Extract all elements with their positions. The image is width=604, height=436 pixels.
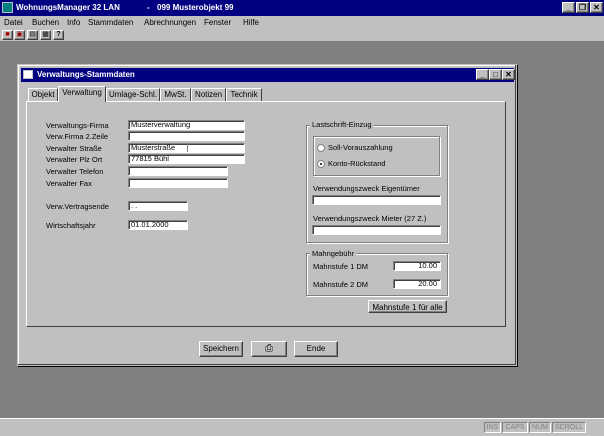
app-title: WohnungsManager 32 LAN xyxy=(16,3,120,12)
status-scroll: SCROLL xyxy=(552,422,586,433)
tab-panel xyxy=(26,101,506,327)
app-subtitle: 099 Musterobjekt 99 xyxy=(157,3,234,12)
tab-mwst[interactable]: MwSt. xyxy=(160,88,191,101)
menu-buchen[interactable]: Buchen xyxy=(32,17,59,28)
table-icon[interactable]: ▤ xyxy=(27,30,38,40)
dialog-title: Verwaltungs-Stammdaten xyxy=(37,70,135,79)
menu-fenster[interactable]: Fenster xyxy=(204,17,231,28)
tab-umlage-schl[interactable]: Umlage-Schl. xyxy=(106,88,160,101)
menu-datei[interactable]: Datei xyxy=(4,17,23,28)
dialog-title-bar: Verwaltungs-Stammdaten _ □ ✕ xyxy=(21,68,515,82)
menu-hilfe[interactable]: Hilfe xyxy=(243,17,259,28)
menu-stammdaten[interactable]: Stammdaten xyxy=(88,17,133,28)
tab-technik[interactable]: Technik xyxy=(226,88,262,101)
tab-verwaltung[interactable]: Verwaltung xyxy=(58,86,106,102)
minimize-button[interactable]: _ xyxy=(562,2,575,13)
printer-icon[interactable]: ▣ xyxy=(14,30,25,40)
app-subtitle-dash: - xyxy=(147,3,150,12)
status-bar: INS CAPS NUM SCROLL xyxy=(0,418,604,436)
printer-icon: ⎙ xyxy=(265,343,273,354)
save-button[interactable]: Speichern xyxy=(199,341,243,357)
grid-icon[interactable]: ▦ xyxy=(40,30,51,40)
open-folder-icon[interactable]: ■ xyxy=(2,30,13,40)
toolbar: ■ ▣ ▤ ▦ ? xyxy=(0,29,604,42)
tab-objekt[interactable]: Objekt xyxy=(28,88,58,101)
dialog-close-button[interactable]: ✕ xyxy=(502,69,515,80)
dialog-maximize-button[interactable]: □ xyxy=(489,69,502,80)
app-icon[interactable] xyxy=(2,2,13,13)
close-button[interactable]: ✕ xyxy=(590,2,603,13)
end-button[interactable]: Ende xyxy=(294,341,338,357)
app-title-bar: WohnungsManager 32 LAN - 099 Musterobjek… xyxy=(0,0,604,16)
tab-notizen[interactable]: Notizen xyxy=(191,88,226,101)
help-icon[interactable]: ? xyxy=(53,30,64,40)
status-num: NUM xyxy=(529,422,551,433)
menu-abrechnungen[interactable]: Abrechnungen xyxy=(144,17,196,28)
dialog-icon[interactable] xyxy=(23,70,33,79)
dialog-minimize-button[interactable]: _ xyxy=(476,69,489,80)
menu-info[interactable]: Info xyxy=(67,17,80,28)
status-caps: CAPS xyxy=(502,422,528,433)
print-button[interactable]: ⎙ xyxy=(251,341,287,357)
restore-button[interactable]: ❐ xyxy=(576,2,589,13)
menu-bar: Datei Buchen Info Stammdaten Abrechnunge… xyxy=(0,16,604,29)
status-ins: INS xyxy=(484,422,501,433)
